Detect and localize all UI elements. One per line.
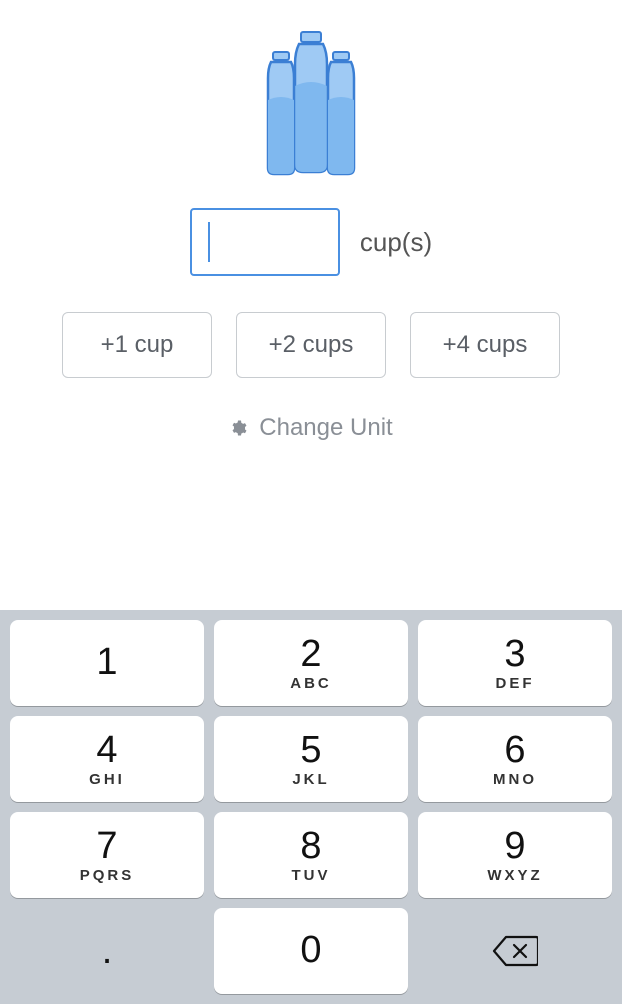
backspace-icon bbox=[492, 935, 538, 967]
unit-label: cup(s) bbox=[360, 227, 432, 258]
quantity-input[interactable] bbox=[190, 208, 340, 276]
key-3[interactable]: 3 DEF bbox=[418, 620, 612, 706]
change-unit-button[interactable]: Change Unit bbox=[229, 414, 392, 442]
key-2[interactable]: 2 ABC bbox=[214, 620, 408, 706]
water-bottles-icon bbox=[251, 28, 371, 178]
keypad-grid: 1 2 ABC 3 DEF 4 GHI 5 JKL 6 MNO 7 PQRS 8 bbox=[10, 620, 612, 994]
key-backspace[interactable] bbox=[418, 908, 612, 994]
add-2-cups-button[interactable]: +2 cups bbox=[236, 312, 386, 378]
quantity-row: cup(s) bbox=[190, 208, 432, 276]
key-6[interactable]: 6 MNO bbox=[418, 716, 612, 802]
quick-add-row: +1 cup +2 cups +4 cups bbox=[62, 312, 560, 378]
gear-icon bbox=[229, 419, 247, 437]
key-7[interactable]: 7 PQRS bbox=[10, 812, 204, 898]
key-9[interactable]: 9 WXYZ bbox=[418, 812, 612, 898]
text-cursor bbox=[208, 222, 210, 262]
key-5[interactable]: 5 JKL bbox=[214, 716, 408, 802]
key-decimal[interactable]: . bbox=[10, 908, 204, 994]
key-0[interactable]: 0 bbox=[214, 908, 408, 994]
numeric-keypad: 1 2 ABC 3 DEF 4 GHI 5 JKL 6 MNO 7 PQRS 8 bbox=[0, 610, 622, 1004]
change-unit-label: Change Unit bbox=[259, 414, 392, 442]
main-content: cup(s) +1 cup +2 cups +4 cups Change Uni… bbox=[0, 0, 622, 610]
add-4-cups-button[interactable]: +4 cups bbox=[410, 312, 560, 378]
key-4[interactable]: 4 GHI bbox=[10, 716, 204, 802]
key-1[interactable]: 1 bbox=[10, 620, 204, 706]
key-8[interactable]: 8 TUV bbox=[214, 812, 408, 898]
add-1-cup-button[interactable]: +1 cup bbox=[62, 312, 212, 378]
